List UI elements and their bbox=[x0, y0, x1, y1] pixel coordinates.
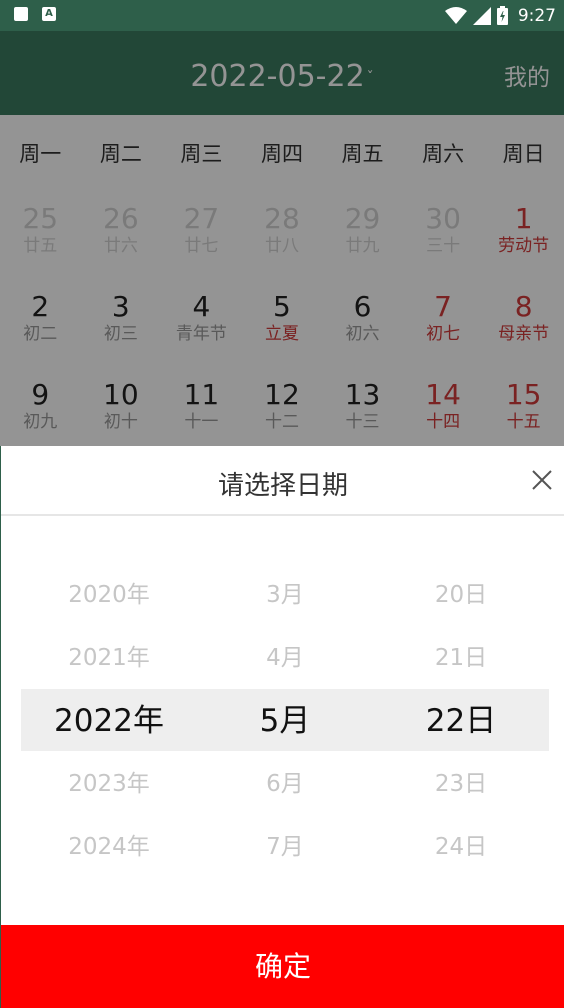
month-option-selected[interactable]: 5月 bbox=[191, 690, 379, 753]
sheet-title: 请选择日期 bbox=[217, 471, 348, 501]
wifi-icon bbox=[444, 6, 467, 24]
month-option[interactable]: 4月 bbox=[191, 627, 379, 690]
day-option[interactable]: 24日 bbox=[367, 816, 555, 879]
date-picker-sheet: 请选择日期 2020年 2021年 2022年 2023年 2024年 3月 4… bbox=[0, 446, 564, 1008]
month-option[interactable]: 6月 bbox=[191, 753, 379, 816]
status-time: 9:27 bbox=[517, 5, 556, 26]
close-icon[interactable] bbox=[530, 468, 554, 492]
day-option[interactable]: 21日 bbox=[367, 627, 555, 690]
status-bar: A 9:27 bbox=[0, 0, 564, 31]
year-wheel[interactable]: 2020年 2021年 2022年 2023年 2024年 bbox=[15, 564, 203, 879]
day-option[interactable]: 23日 bbox=[367, 753, 555, 816]
cellular-signal-icon bbox=[472, 6, 491, 25]
month-wheel[interactable]: 3月 4月 5月 6月 7月 bbox=[191, 564, 379, 879]
date-wheel-picker: 2020年 2021年 2022年 2023年 2024年 3月 4月 5月 6… bbox=[1, 564, 564, 879]
year-option[interactable]: 2024年 bbox=[15, 816, 203, 879]
confirm-button[interactable]: 确定 bbox=[1, 925, 564, 1008]
sheet-header: 请选择日期 bbox=[1, 446, 564, 516]
year-option[interactable]: 2021年 bbox=[15, 627, 203, 690]
year-option[interactable]: 2020年 bbox=[15, 564, 203, 627]
day-option-selected[interactable]: 22日 bbox=[367, 690, 555, 753]
day-wheel[interactable]: 20日 21日 22日 23日 24日 bbox=[367, 564, 555, 879]
battery-charging-icon bbox=[496, 6, 508, 25]
sim-card-icon bbox=[14, 7, 28, 21]
year-option[interactable]: 2023年 bbox=[15, 753, 203, 816]
dim-overlay[interactable] bbox=[0, 31, 564, 446]
month-option[interactable]: 7月 bbox=[191, 816, 379, 879]
day-option[interactable]: 20日 bbox=[367, 564, 555, 627]
month-option[interactable]: 3月 bbox=[191, 564, 379, 627]
font-a-icon: A bbox=[42, 7, 56, 21]
year-option-selected[interactable]: 2022年 bbox=[15, 690, 203, 753]
